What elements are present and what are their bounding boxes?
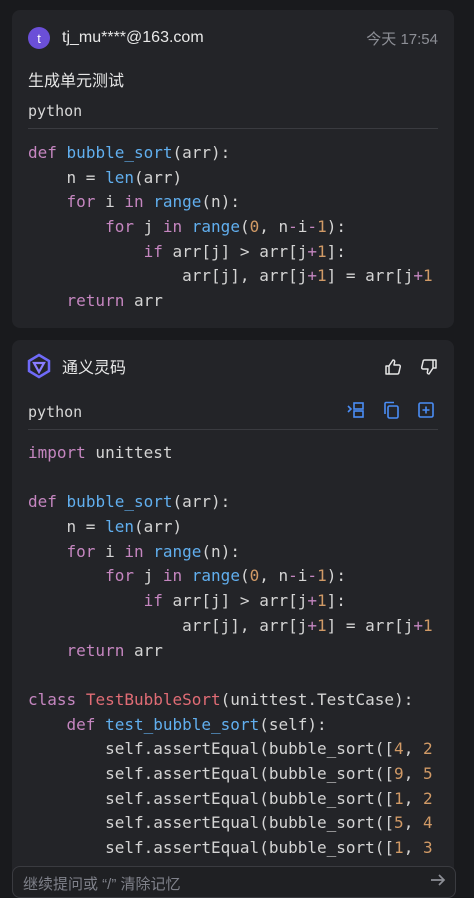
- code-language-label: python: [28, 102, 83, 120]
- ai-name: 通义灵码: [62, 360, 127, 377]
- username: tj_mu****@163.com: [62, 29, 204, 46]
- code-line: for i in range(n):: [66, 192, 240, 212]
- code-line: self.assertEqual(bubble_sort([4, 2: [28, 739, 433, 759]
- code-line: ​: [28, 663, 454, 688]
- code-block: import unittest​def bubble_sort(arr): n …: [28, 441, 454, 861]
- code-line: arr[j], arr[j+1] = arr[j+1: [28, 615, 433, 635]
- user-header: t tj_mu****@163.com: [28, 27, 204, 49]
- code-line: def bubble_sort(arr):: [28, 492, 231, 512]
- code-line: for j in range(0, n-i-1):: [105, 566, 346, 586]
- code-language-label: python: [28, 403, 83, 421]
- code-line: return arr: [66, 640, 163, 660]
- code-line: return arr: [66, 291, 163, 311]
- user-message-card: t tj_mu****@163.com 今天 17:54 生成单元测试 pyth…: [12, 10, 454, 328]
- code-divider: [28, 429, 438, 430]
- avatar: t: [28, 27, 50, 49]
- code-line: n = len(arr): [28, 517, 183, 537]
- code-line: if arr[j] > arr[j+1]:: [143, 591, 346, 611]
- new-file-icon[interactable]: [415, 399, 437, 421]
- code-line: class TestBubbleSort(unittest.TestCase):: [28, 689, 414, 709]
- chat-input[interactable]: 继续提问或 “/” 清除记忆: [12, 866, 456, 898]
- tongyi-lingma-logo-icon: [27, 353, 51, 379]
- code-line: for j in range(0, n-i-1):: [105, 217, 346, 237]
- code-line: def bubble_sort(arr):: [28, 143, 231, 162]
- code-line: arr[j], arr[j+1] = arr[j+1: [28, 266, 433, 286]
- code-line: def test_bubble_sort(self):: [66, 714, 327, 734]
- thumbs-up-icon[interactable]: [382, 356, 404, 378]
- code-line: import unittest: [28, 443, 173, 462]
- send-arrow-icon[interactable]: [429, 871, 447, 894]
- user-message-text: 生成单元测试: [28, 73, 125, 90]
- insert-icon[interactable]: [345, 399, 367, 421]
- copy-icon[interactable]: [380, 399, 402, 421]
- code-line: self.assertEqual(bubble_sort([5, 4: [28, 813, 433, 833]
- thumbs-down-icon[interactable]: [418, 356, 440, 378]
- code-divider: [28, 128, 438, 129]
- code-block: def bubble_sort(arr): n = len(arr) for i…: [28, 141, 454, 314]
- ai-header: 通义灵码: [26, 353, 126, 379]
- timestamp: 今天 17:54: [366, 31, 438, 48]
- code-line: self.assertEqual(bubble_sort([1, 2: [28, 788, 433, 808]
- code-line: if arr[j] > arr[j+1]:: [143, 241, 346, 261]
- code-line: for i in range(n):: [66, 541, 240, 561]
- code-line: n = len(arr): [28, 167, 183, 187]
- ai-response-card: 通义灵码 python import unittest​def bubble_s…: [12, 340, 454, 880]
- code-line: ​: [28, 466, 454, 491]
- code-line: self.assertEqual(bubble_sort([1, 3: [28, 838, 433, 857]
- code-line: self.assertEqual(bubble_sort([9, 5: [28, 763, 433, 783]
- chat-input-placeholder: 继续提问或 “/” 清除记忆: [23, 876, 181, 893]
